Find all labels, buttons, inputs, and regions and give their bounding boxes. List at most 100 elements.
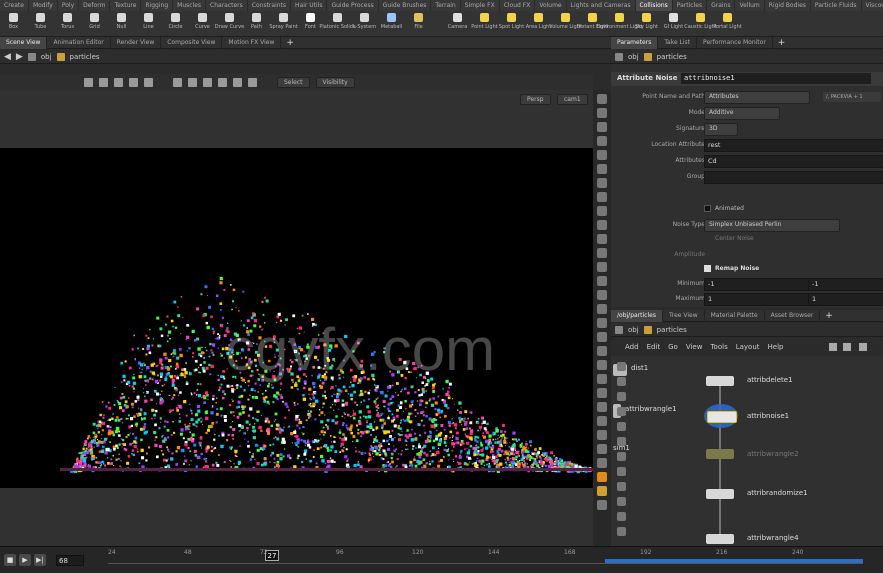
network-path[interactable]: particles <box>657 326 687 334</box>
tab-network[interactable]: /obj/particles <box>611 309 663 322</box>
pose-icon[interactable] <box>188 77 197 87</box>
play-button[interactable]: ▶ <box>19 554 31 566</box>
shelf-tab[interactable]: Lights and Cameras <box>567 0 636 11</box>
shelf-tab[interactable]: Cloud FX <box>500 0 536 11</box>
display-option-icon[interactable] <box>597 444 607 454</box>
view-icon[interactable] <box>203 77 212 87</box>
shelf-tab[interactable]: Volume <box>535 0 567 11</box>
display-option-icon[interactable] <box>597 472 607 482</box>
shelf-tool-button[interactable]: Sky Light <box>633 11 660 36</box>
display-option-icon[interactable] <box>597 360 607 370</box>
shelf-tool-button[interactable]: Spot Light <box>498 11 525 36</box>
shelf-tool-button[interactable]: Tube <box>27 11 54 36</box>
noise-type-menu[interactable]: Simplex Unbiased Perlin <box>704 219 840 232</box>
tab-tree-view[interactable]: Tree View <box>663 309 705 322</box>
display-option-icon[interactable] <box>597 388 607 398</box>
camera-menu[interactable]: cam1 <box>557 94 588 105</box>
viewer-path[interactable]: particles <box>70 53 100 61</box>
display-option-icon[interactable] <box>597 220 607 230</box>
minimum-field-1[interactable]: -1 <box>704 278 809 291</box>
frame-field[interactable]: 68 <box>56 555 84 566</box>
display-option-icon[interactable] <box>597 318 607 328</box>
shelf-tool-button[interactable]: Null <box>108 11 135 36</box>
menu-edit[interactable]: Edit <box>643 343 665 351</box>
shelf-tool-button[interactable]: Line <box>135 11 162 36</box>
shelf-tab[interactable]: Rigid Bodies <box>765 0 811 11</box>
tab-composite-view[interactable]: Composite View <box>161 36 223 49</box>
shelf-tool-button[interactable]: Curve <box>189 11 216 36</box>
shelf-tab[interactable]: Characters <box>206 0 248 11</box>
display-option-icon[interactable] <box>597 94 607 104</box>
shelf-tab[interactable]: Deform <box>79 0 111 11</box>
display-option-icon[interactable] <box>597 234 607 244</box>
maximum-field-1[interactable]: 1 <box>704 293 809 306</box>
network-tool-icon[interactable] <box>616 407 626 416</box>
shelf-tool-button[interactable]: Volume Light <box>549 11 582 36</box>
param-field[interactable]: Cd <box>704 155 883 168</box>
tab-motion-fx-view[interactable]: Motion FX View <box>222 36 282 49</box>
shelf-tab[interactable]: Collisions <box>635 0 673 11</box>
add-tab-button[interactable]: + <box>773 38 791 48</box>
shelf-tab[interactable]: Particles <box>673 0 708 11</box>
display-option-icon[interactable] <box>597 108 607 118</box>
tab-material-palette[interactable]: Material Palette <box>705 309 765 322</box>
shelf-tool-button[interactable]: Torus <box>54 11 81 36</box>
node-attribrandomize1[interactable] <box>706 489 734 499</box>
display-option-icon[interactable] <box>597 248 607 258</box>
shelf-tool-button[interactable]: Draw Curve <box>215 11 244 36</box>
attribute-path-field[interactable]: /, PACKVIA + 1 <box>823 92 881 102</box>
network-tool-icon[interactable] <box>616 452 626 461</box>
display-option-icon[interactable] <box>597 458 607 468</box>
shelf-tab[interactable]: Modify <box>29 0 58 11</box>
animated-checkbox[interactable] <box>704 205 711 212</box>
network-tool-icon[interactable] <box>616 512 626 521</box>
network-tool-icon[interactable] <box>616 497 626 506</box>
shelf-tab[interactable]: Simple FX <box>461 0 500 11</box>
tab-animation-editor[interactable]: Animation Editor <box>47 36 111 49</box>
display-option-icon[interactable] <box>597 430 607 440</box>
network-tool-icon[interactable] <box>616 527 626 536</box>
display-option-icon[interactable] <box>597 346 607 356</box>
shelf-tab[interactable]: Rigging <box>141 0 174 11</box>
display-option-icon[interactable] <box>597 150 607 160</box>
forward-arrow-icon[interactable]: ▶ <box>16 52 23 62</box>
shelf-tool-button[interactable]: Camera <box>444 11 471 36</box>
node-attribwrangle2[interactable] <box>706 449 734 459</box>
display-option-icon[interactable] <box>597 374 607 384</box>
persp-menu[interactable]: Persp <box>520 94 551 105</box>
tab-asset-browser[interactable]: Asset Browser <box>765 309 821 322</box>
network-tool-icon[interactable] <box>616 482 626 491</box>
param-path[interactable]: particles <box>657 53 687 61</box>
select-tool-icon[interactable] <box>84 77 93 87</box>
tab-render-view[interactable]: Render View <box>111 36 162 49</box>
shelf-tab[interactable]: Muscles <box>173 0 207 11</box>
param-menu[interactable]: Additive <box>704 107 780 120</box>
shelf-tab[interactable]: Poly <box>58 0 80 11</box>
handle-tool-icon[interactable] <box>144 77 153 87</box>
shelf-tool-button[interactable]: GI Light <box>660 11 687 36</box>
shelf-tab[interactable]: Terrain <box>431 0 461 11</box>
shelf-tab[interactable]: Vellum <box>735 0 765 11</box>
network-editor[interactable]: dist1 attribwrangle1 sim1 attribdelete1 … <box>611 356 883 546</box>
remap-noise-checkbox[interactable] <box>704 265 711 272</box>
paint-icon[interactable] <box>218 77 227 87</box>
scale-tool-icon[interactable] <box>129 77 138 87</box>
network-tool-icon[interactable] <box>616 377 626 386</box>
shelf-tool-button[interactable]: Path <box>243 11 270 36</box>
display-option-icon[interactable] <box>597 122 607 132</box>
display-option-icon[interactable] <box>597 402 607 412</box>
param-field[interactable] <box>704 171 883 184</box>
maximum-field-2[interactable]: 1 <box>808 293 883 306</box>
network-tool-icon[interactable] <box>616 362 626 371</box>
rotate-tool-icon[interactable] <box>114 77 123 87</box>
tab-performance-monitor[interactable]: Performance Monitor <box>697 36 773 49</box>
camera-icon[interactable] <box>248 77 257 87</box>
shelf-tool-button[interactable]: Metaball <box>378 11 405 36</box>
shelf-tool-button[interactable]: Spray Paint <box>269 11 298 36</box>
stop-button[interactable]: ■ <box>4 554 16 566</box>
menu-tools[interactable]: Tools <box>706 343 731 351</box>
menu-help[interactable]: Help <box>764 343 788 351</box>
display-option-icon[interactable] <box>597 304 607 314</box>
display-option-icon[interactable] <box>597 178 607 188</box>
next-key-button[interactable]: ▶| <box>34 554 46 566</box>
